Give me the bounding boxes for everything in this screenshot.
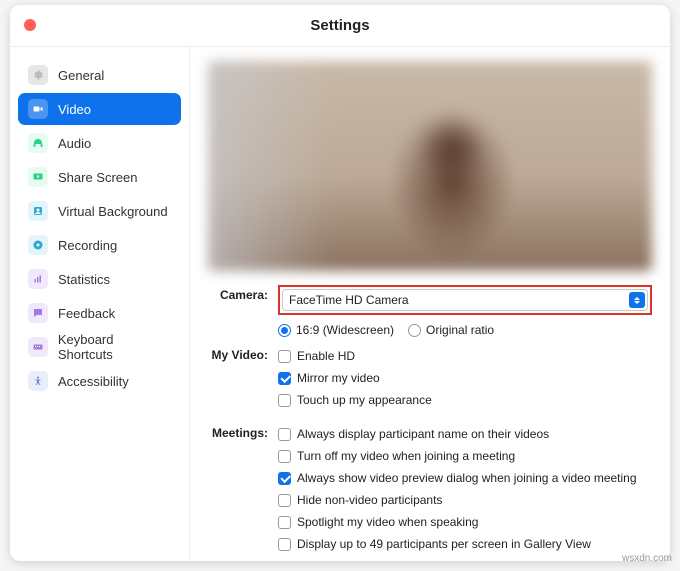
radio-aspect-wide[interactable] bbox=[278, 324, 291, 337]
statistics-icon bbox=[28, 269, 48, 289]
my-video-label: My Video: bbox=[208, 345, 278, 362]
camera-select[interactable]: FaceTime HD Camera bbox=[282, 289, 648, 311]
check-turnoff-video-label: Turn off my video when joining a meeting bbox=[297, 449, 515, 463]
settings-window: Settings General Video Audio Share Scree… bbox=[10, 5, 670, 561]
check-turnoff-video[interactable] bbox=[278, 450, 291, 463]
sidebar-item-recording[interactable]: Recording bbox=[18, 229, 181, 261]
radio-aspect-wide-label: 16:9 (Widescreen) bbox=[296, 323, 394, 337]
watermark: wsxdn.com bbox=[622, 553, 672, 564]
camera-highlight-box: FaceTime HD Camera bbox=[278, 285, 652, 315]
meetings-label: Meetings: bbox=[208, 423, 278, 440]
sidebar: General Video Audio Share Screen Virtual… bbox=[10, 47, 190, 561]
check-participant-names-label: Always display participant name on their… bbox=[297, 427, 549, 441]
sidebar-item-video[interactable]: Video bbox=[18, 93, 181, 125]
sidebar-item-label: Accessibility bbox=[58, 374, 129, 389]
window-title: Settings bbox=[310, 17, 369, 34]
camera-selected-value: FaceTime HD Camera bbox=[289, 293, 409, 307]
close-icon[interactable] bbox=[24, 19, 36, 31]
video-preview bbox=[208, 61, 652, 271]
sidebar-item-statistics[interactable]: Statistics bbox=[18, 263, 181, 295]
headphones-icon bbox=[28, 133, 48, 153]
camera-label: Camera: bbox=[208, 285, 278, 302]
sidebar-item-keyboard-shortcuts[interactable]: Keyboard Shortcuts bbox=[18, 331, 181, 363]
camera-row: Camera: FaceTime HD Camera 16:9 (Widescr… bbox=[208, 285, 652, 341]
window-body: General Video Audio Share Screen Virtual… bbox=[10, 47, 670, 561]
sidebar-item-label: Video bbox=[58, 102, 91, 117]
titlebar: Settings bbox=[10, 5, 670, 47]
check-gallery49-label: Display up to 49 participants per screen… bbox=[297, 537, 591, 551]
check-preview-dialog[interactable] bbox=[278, 472, 291, 485]
video-icon bbox=[28, 99, 48, 119]
share-screen-icon bbox=[28, 167, 48, 187]
recording-icon bbox=[28, 235, 48, 255]
sidebar-item-audio[interactable]: Audio bbox=[18, 127, 181, 159]
chevron-updown-icon bbox=[629, 292, 645, 308]
background-icon bbox=[28, 201, 48, 221]
sidebar-item-general[interactable]: General bbox=[18, 59, 181, 91]
sidebar-item-label: Virtual Background bbox=[58, 204, 168, 219]
check-enable-hd-label: Enable HD bbox=[297, 349, 355, 363]
check-mirror[interactable] bbox=[278, 372, 291, 385]
check-hide-nonvideo[interactable] bbox=[278, 494, 291, 507]
sidebar-item-feedback[interactable]: Feedback bbox=[18, 297, 181, 329]
main-pane: Camera: FaceTime HD Camera 16:9 (Widescr… bbox=[190, 47, 670, 561]
sidebar-item-label: Share Screen bbox=[58, 170, 138, 185]
check-participant-names[interactable] bbox=[278, 428, 291, 441]
check-touchup[interactable] bbox=[278, 394, 291, 407]
meetings-row: Meetings: Always display participant nam… bbox=[208, 423, 652, 555]
feedback-icon bbox=[28, 303, 48, 323]
my-video-row: My Video: Enable HD Mirror my video Touc… bbox=[208, 345, 652, 411]
sidebar-item-share-screen[interactable]: Share Screen bbox=[18, 161, 181, 193]
sidebar-item-label: Audio bbox=[58, 136, 91, 151]
check-gallery49[interactable] bbox=[278, 538, 291, 551]
check-hide-nonvideo-label: Hide non-video participants bbox=[297, 493, 442, 507]
check-mirror-label: Mirror my video bbox=[297, 371, 380, 385]
check-preview-dialog-label: Always show video preview dialog when jo… bbox=[297, 471, 637, 485]
radio-aspect-original-label: Original ratio bbox=[426, 323, 494, 337]
accessibility-icon bbox=[28, 371, 48, 391]
gear-icon bbox=[28, 65, 48, 85]
keyboard-icon bbox=[28, 337, 48, 357]
check-touchup-label: Touch up my appearance bbox=[297, 393, 432, 407]
check-enable-hd[interactable] bbox=[278, 350, 291, 363]
sidebar-item-label: Keyboard Shortcuts bbox=[58, 332, 171, 362]
sidebar-item-accessibility[interactable]: Accessibility bbox=[18, 365, 181, 397]
sidebar-item-label: General bbox=[58, 68, 104, 83]
sidebar-item-label: Statistics bbox=[58, 272, 110, 287]
sidebar-item-virtual-background[interactable]: Virtual Background bbox=[18, 195, 181, 227]
check-spotlight[interactable] bbox=[278, 516, 291, 529]
check-spotlight-label: Spotlight my video when speaking bbox=[297, 515, 478, 529]
radio-aspect-original[interactable] bbox=[408, 324, 421, 337]
sidebar-item-label: Feedback bbox=[58, 306, 115, 321]
sidebar-item-label: Recording bbox=[58, 238, 117, 253]
